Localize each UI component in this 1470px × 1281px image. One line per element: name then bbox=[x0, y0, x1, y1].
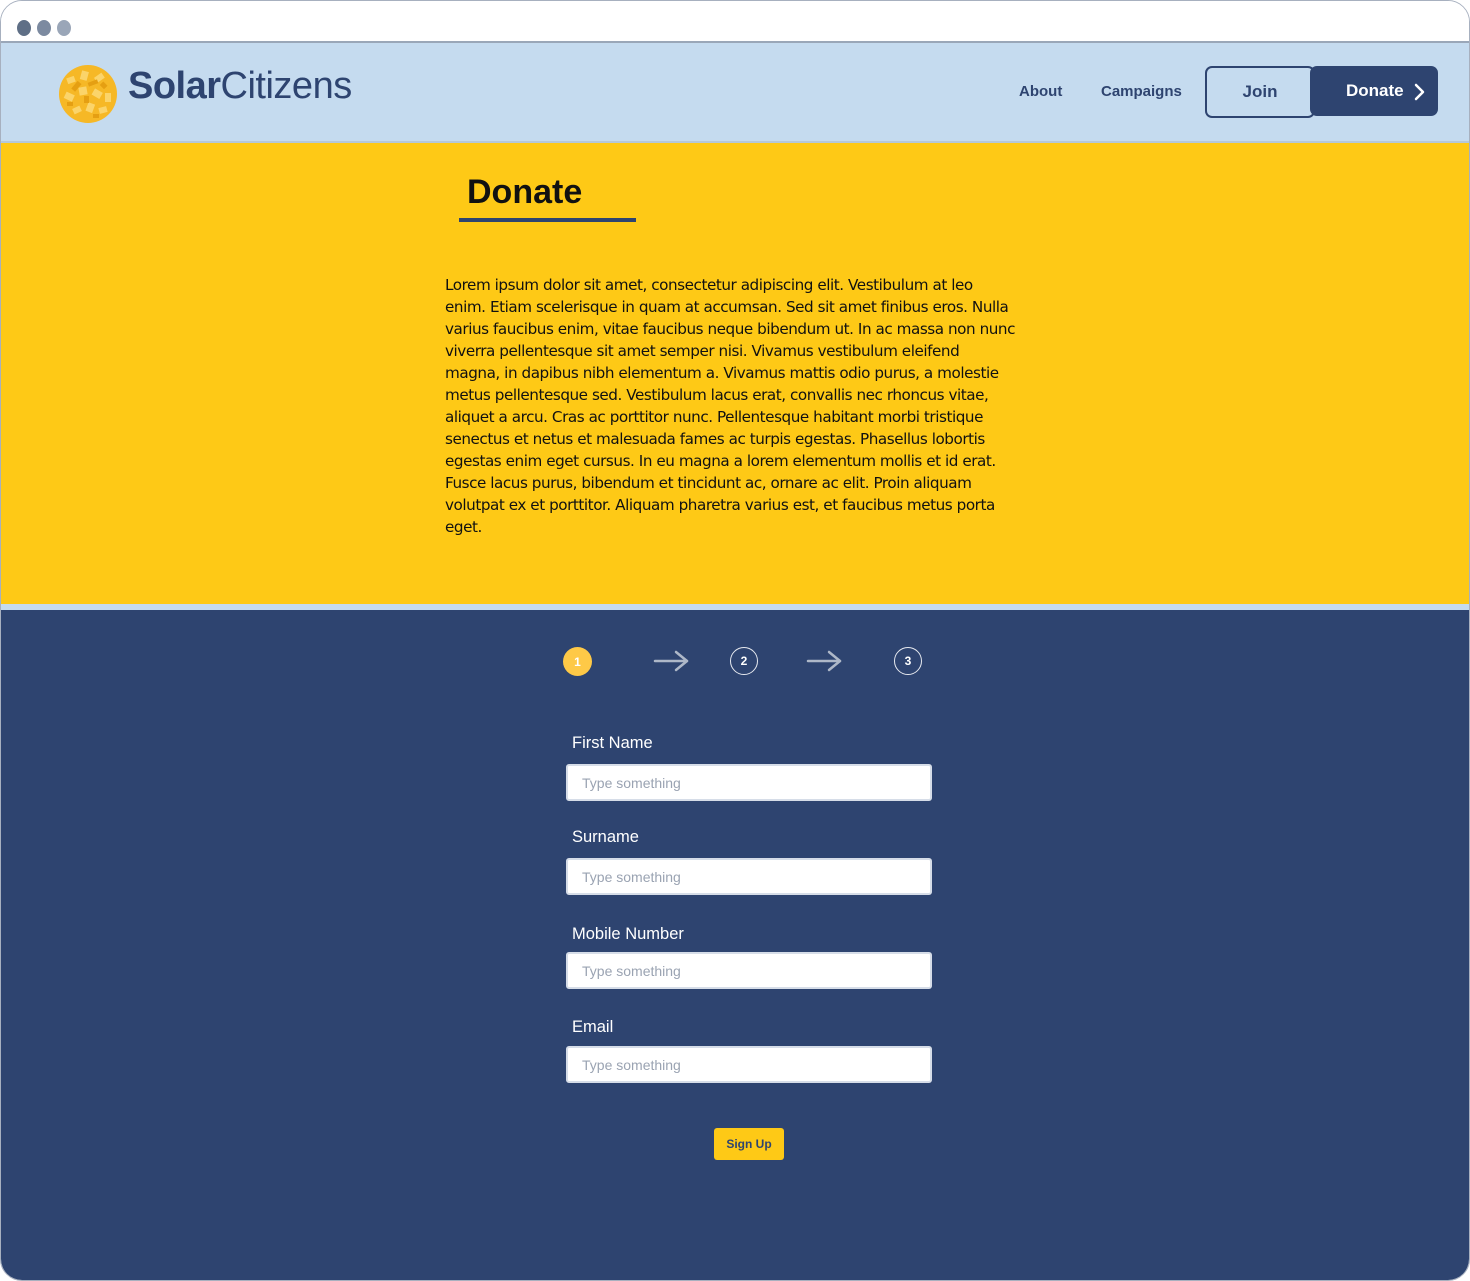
step-1-indicator[interactable]: 1 bbox=[563, 647, 592, 676]
site-header: SolarCitizens About Campaigns Join Donat… bbox=[1, 43, 1469, 143]
window-maximize-dot[interactable] bbox=[57, 20, 71, 36]
step-3-indicator[interactable]: 3 bbox=[894, 647, 922, 675]
donate-hero: Donate Lorem ipsum dolor sit amet, conse… bbox=[1, 143, 1469, 604]
nav-campaigns-link[interactable]: Campaigns bbox=[1101, 83, 1182, 100]
hero-paragraph: Lorem ipsum dolor sit amet, consectetur … bbox=[445, 276, 1015, 536]
first-name-label: First Name bbox=[572, 734, 653, 752]
join-button[interactable]: Join bbox=[1205, 66, 1315, 118]
nav-about-link[interactable]: About bbox=[1019, 83, 1062, 100]
logo-text-light: Citizens bbox=[220, 65, 353, 107]
email-input[interactable] bbox=[566, 1046, 932, 1083]
arrow-right-icon bbox=[653, 650, 689, 672]
surname-input[interactable] bbox=[566, 858, 932, 895]
logo-text-bold: Solar bbox=[128, 65, 221, 107]
mobile-number-input[interactable] bbox=[566, 952, 932, 989]
title-underline bbox=[459, 218, 636, 222]
surname-label: Surname bbox=[572, 828, 639, 846]
window-close-dot[interactable] bbox=[17, 20, 31, 36]
donate-button[interactable]: Donate bbox=[1310, 66, 1438, 116]
browser-window: SolarCitizens About Campaigns Join Donat… bbox=[0, 0, 1470, 1281]
sign-up-button[interactable]: Sign Up bbox=[714, 1128, 784, 1160]
step-2-indicator[interactable]: 2 bbox=[730, 647, 758, 675]
chevron-right-icon bbox=[1414, 83, 1425, 101]
first-name-input[interactable] bbox=[566, 764, 932, 801]
mobile-number-label: Mobile Number bbox=[572, 925, 684, 943]
email-label: Email bbox=[572, 1018, 614, 1036]
donate-button-label: Donate bbox=[1346, 81, 1404, 100]
page-title: Donate bbox=[467, 173, 583, 211]
window-minimize-dot[interactable] bbox=[37, 20, 51, 36]
window-titlebar bbox=[1, 1, 1469, 43]
solar-globe-icon[interactable] bbox=[57, 63, 119, 125]
signup-section: 1 2 3 First Name Surname Mobile Number E… bbox=[1, 610, 1469, 1280]
arrow-right-icon bbox=[806, 650, 842, 672]
site-logo-text[interactable]: SolarCitizens bbox=[128, 65, 352, 108]
